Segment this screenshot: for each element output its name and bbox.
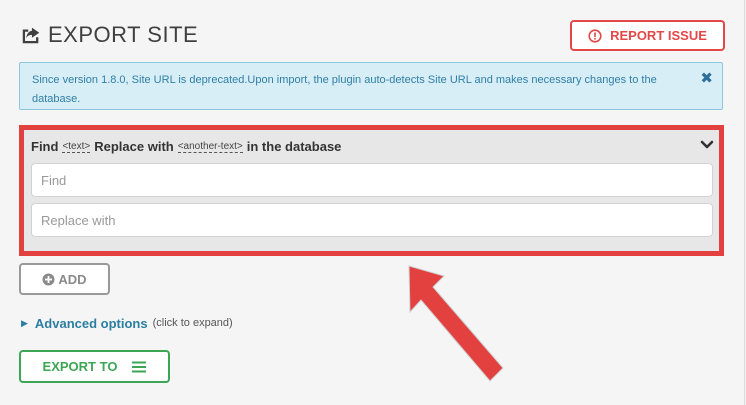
replace-tag: <another-text> <box>177 140 243 153</box>
close-icon[interactable]: ✖ <box>700 69 713 88</box>
find-replace-box: Find <text> Replace with <another-text> … <box>19 125 724 256</box>
export-to-button[interactable]: EXPORT TO <box>19 350 170 383</box>
page-header: EXPORT SITE <box>20 18 198 52</box>
report-issue-button[interactable]: REPORT ISSUE <box>570 20 725 51</box>
replace-with-input[interactable] <box>31 203 713 237</box>
find-label: Find <box>31 139 59 154</box>
advanced-options-hint: (click to expand) <box>152 317 233 329</box>
chevron-down-icon[interactable] <box>700 140 714 150</box>
notice-text: Since version 1.8.0, Site URL is depreca… <box>32 74 657 105</box>
page-title: EXPORT SITE <box>48 22 199 47</box>
add-button[interactable]: ADD <box>19 263 110 295</box>
export-share-icon <box>22 27 40 44</box>
advanced-options-toggle[interactable]: ▶ Advanced options (click to expand) <box>21 314 233 332</box>
advanced-options-link[interactable]: Advanced options <box>35 316 148 331</box>
replace-label: Replace with <box>94 139 174 154</box>
deprecation-notice: Since version 1.8.0, Site URL is depreca… <box>19 62 723 110</box>
export-to-label: EXPORT TO <box>42 359 118 374</box>
find-replace-header[interactable]: Find <text> Replace with <another-text> … <box>24 130 719 163</box>
find-input[interactable] <box>31 163 713 197</box>
plus-circle-icon <box>42 273 55 285</box>
exclamation-circle-icon <box>588 28 602 43</box>
triangle-right-icon: ▶ <box>21 317 28 328</box>
database-suffix: in the database <box>246 139 342 154</box>
hamburger-menu-icon <box>132 361 147 372</box>
find-tag: <text> <box>62 140 91 153</box>
export-site-panel: EXPORT SITE REPORT ISSUE Since version 1… <box>0 0 745 405</box>
add-label: ADD <box>58 271 87 287</box>
report-issue-label: REPORT ISSUE <box>610 28 707 43</box>
red-arrow-icon <box>408 265 504 382</box>
